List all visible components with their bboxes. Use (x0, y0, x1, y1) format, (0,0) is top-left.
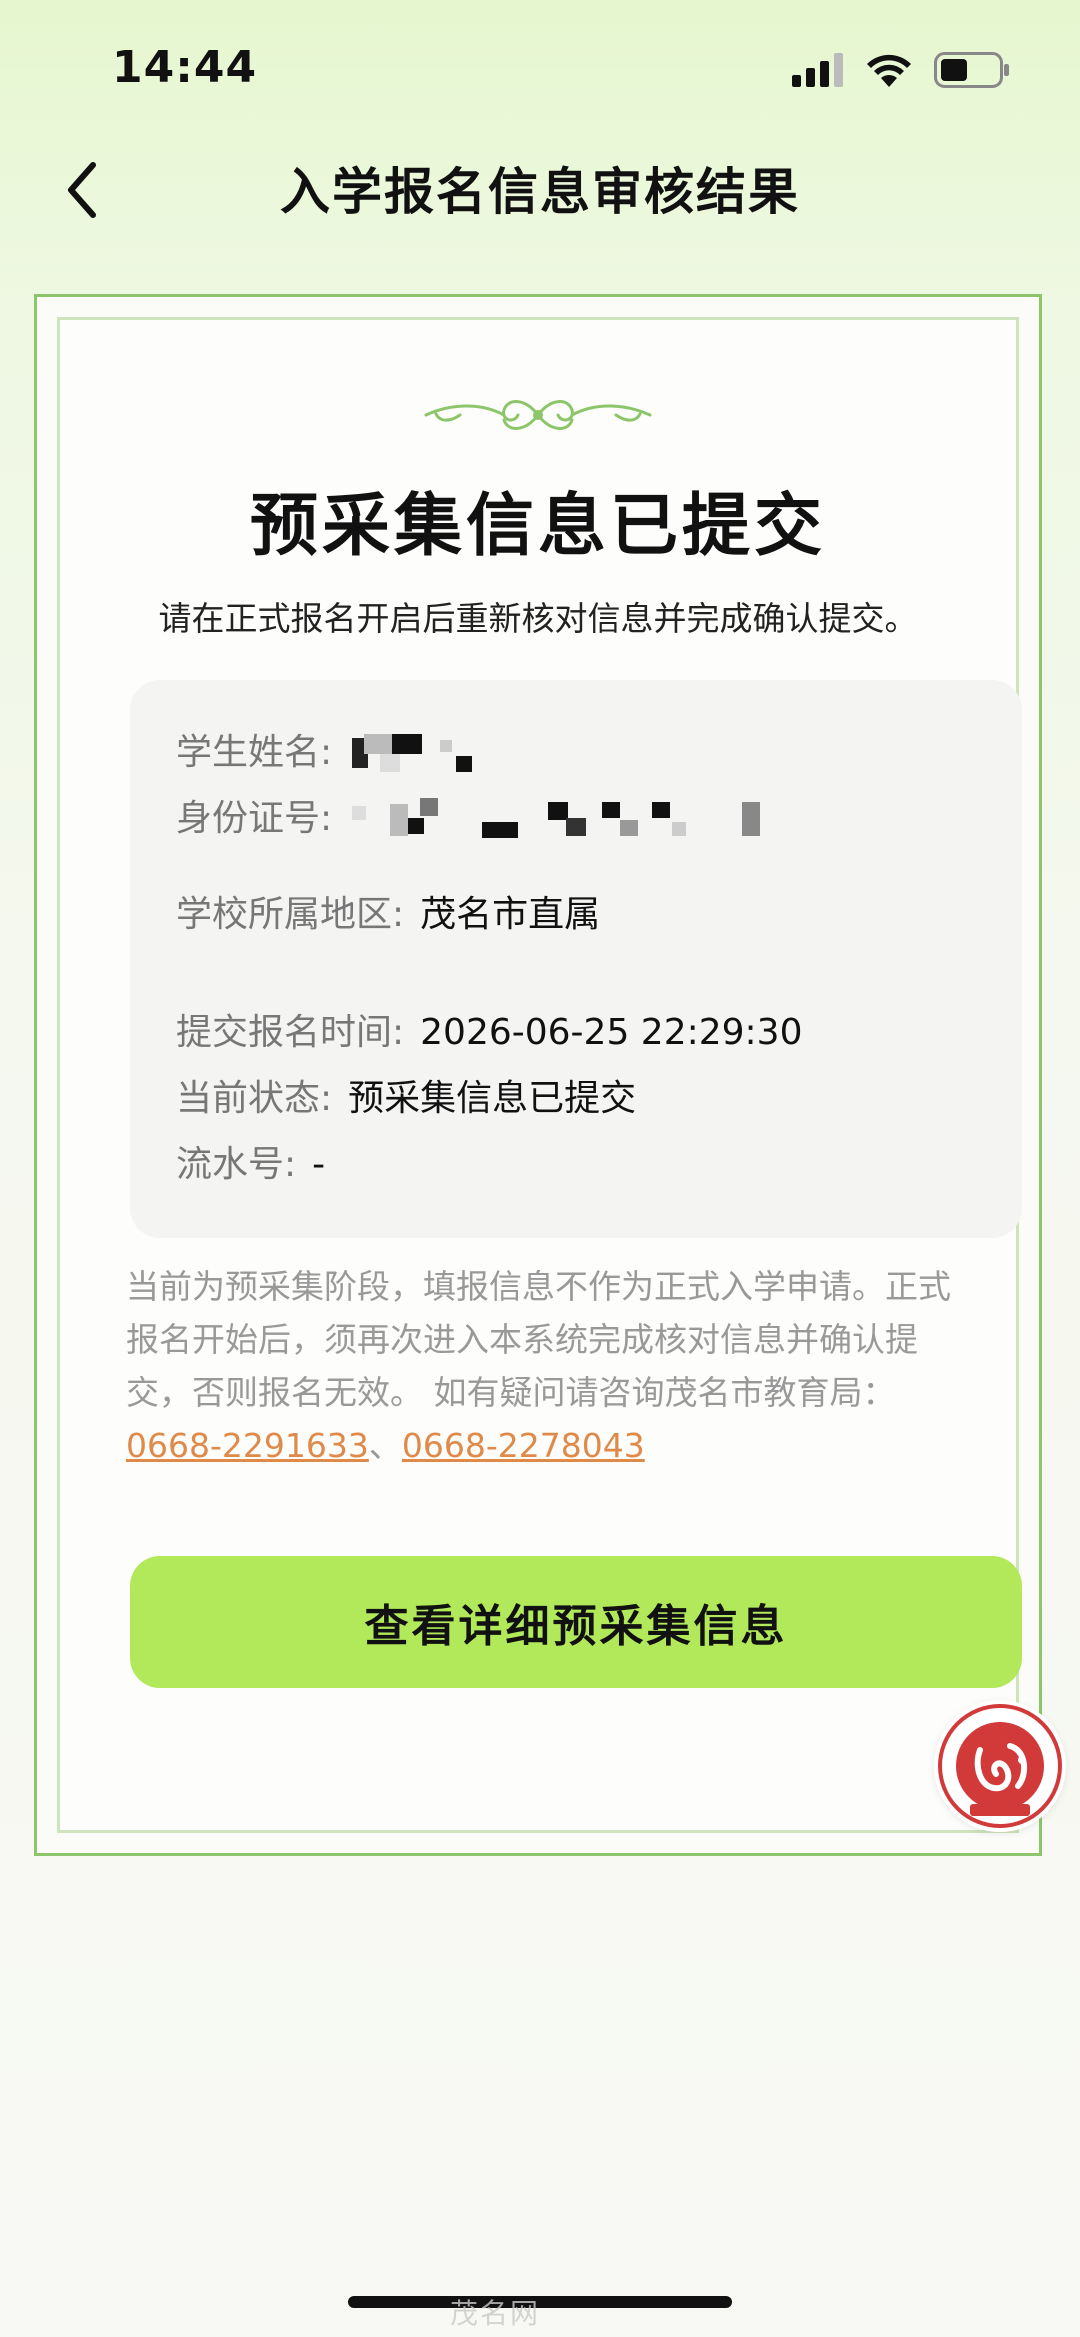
region-row: 学校所属地区: 茂名市直属 (176, 890, 600, 940)
region-value: 茂名市直属 (420, 894, 601, 935)
result-card: 预采集信息已提交 请在正式报名开启后重新核对信息并完成确认提交。 学生姓名: 身… (34, 294, 1042, 1856)
status-icons (792, 52, 1010, 88)
nav-bar: 入学报名信息审核结果 (0, 140, 1080, 240)
flourish-ornament-icon (424, 400, 652, 430)
submit-time-row: 提交报名时间: 2026-06-25 22:29:30 (176, 1008, 802, 1058)
wifi-icon (867, 54, 911, 87)
haoxin-maoming-seal-icon (938, 1704, 1062, 1828)
region-label: 学校所属地区: (176, 894, 405, 935)
result-subline: 请在正式报名开启后重新核对信息并完成确认提交。 (158, 599, 918, 638)
page-title: 入学报名信息审核结果 (280, 163, 800, 221)
phone-link-2[interactable]: 0668-2278043 (402, 1426, 645, 1465)
phone-link-1[interactable]: 0668-2291633 (126, 1426, 369, 1465)
id-number-row: 身份证号: (176, 794, 812, 844)
serial-row: 流水号: - (176, 1140, 325, 1190)
status-row: 当前状态: 预采集信息已提交 (176, 1074, 636, 1124)
status-label: 当前状态: (176, 1078, 333, 1119)
submit-time-value: 2026-06-25 22:29:30 (420, 1012, 803, 1053)
battery-icon (934, 52, 1009, 88)
result-headline: 预采集信息已提交 (249, 487, 826, 566)
serial-value: - (312, 1144, 326, 1185)
serial-label: 流水号: (176, 1144, 297, 1185)
status-value: 预采集信息已提交 (348, 1078, 637, 1119)
student-name-redacted (352, 732, 492, 776)
view-details-button[interactable]: 查看详细预采集信息 (130, 1556, 1022, 1688)
result-card-inner: 预采集信息已提交 请在正式报名开启后重新核对信息并完成确认提交。 学生姓名: 身… (57, 317, 1022, 1833)
student-name-label: 学生姓名: (176, 732, 333, 773)
student-name-row: 学生姓名: (176, 728, 492, 778)
haoxin-maoming-logo[interactable] (934, 1700, 1066, 1832)
status-time: 14:44 (112, 42, 258, 93)
notice-body: 当前为预采集阶段，填报信息不作为正式入学申请。正式报名开始后，须再次进入本系统完… (126, 1267, 951, 1412)
cellular-signal-icon (792, 53, 843, 87)
status-bar: 14:44 (0, 0, 1080, 140)
phone-separator: 、 (368, 1426, 402, 1465)
id-number-redacted (352, 798, 812, 842)
info-panel: 学生姓名: 身份证号: 学校所属地区: 茂名市直属 提交报名时间: 2026-0… (130, 680, 1022, 1238)
notice-text: 当前为预采集阶段，填报信息不作为正式入学申请。正式报名开始后，须再次进入本系统完… (126, 1260, 956, 1472)
id-number-label: 身份证号: (176, 798, 333, 839)
watermark: 茂名网 (450, 2297, 541, 2330)
submit-time-label: 提交报名时间: (176, 1012, 405, 1053)
